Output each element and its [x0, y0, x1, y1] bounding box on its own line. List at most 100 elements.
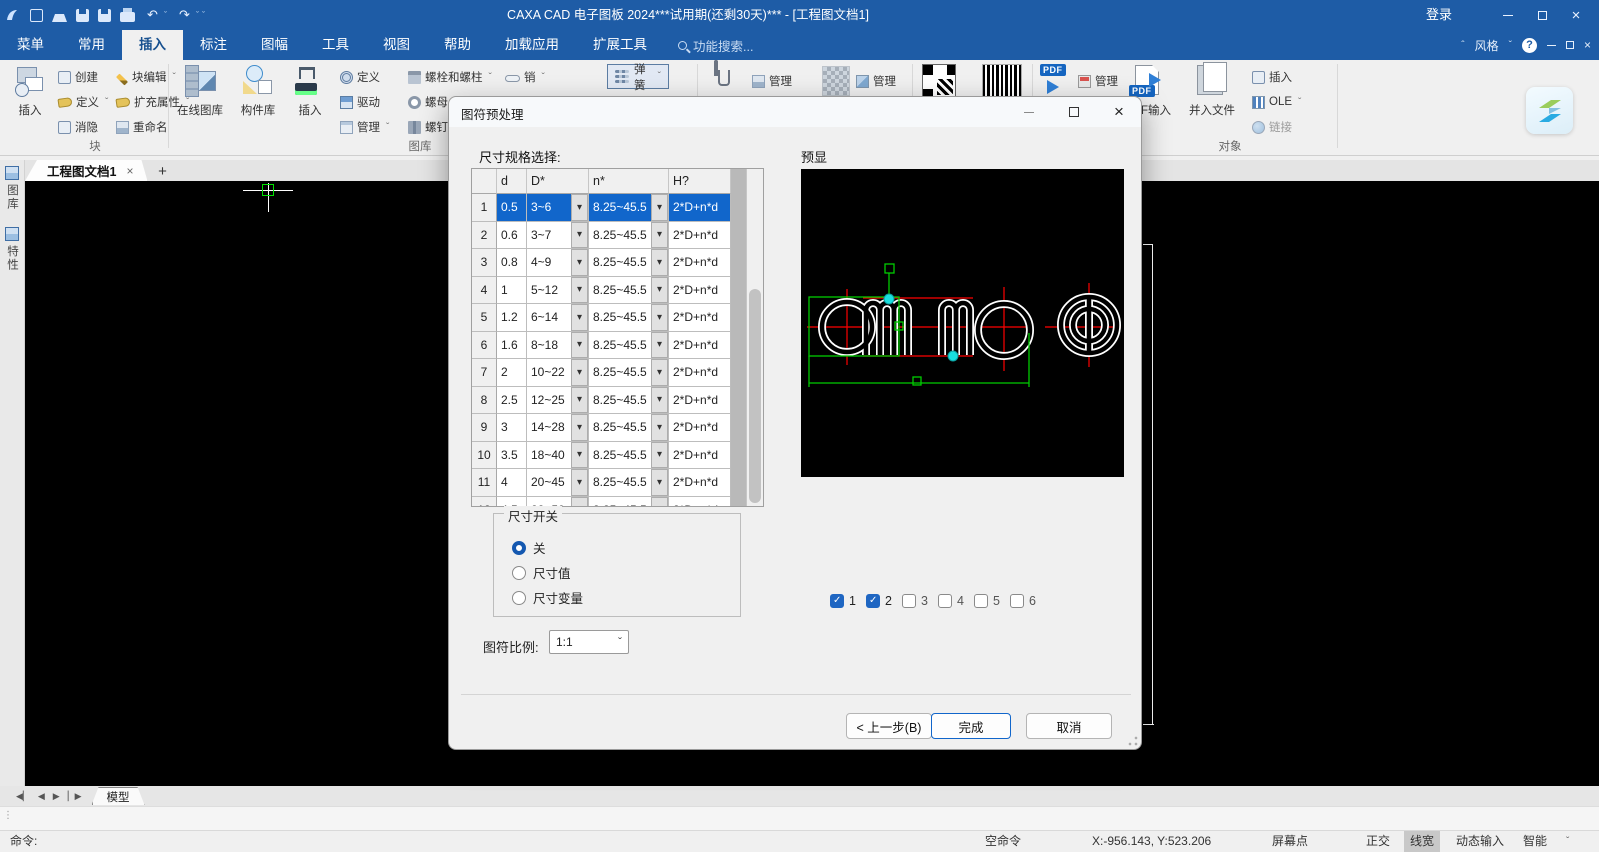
D-combobox[interactable]: 14~28	[527, 414, 589, 442]
combo-dropdown-icon[interactable]	[571, 304, 588, 331]
view-checkbox-3[interactable]: 3	[902, 594, 928, 608]
menu-tab-4[interactable]: 标注	[183, 30, 244, 60]
doc-minimize-icon[interactable]	[1546, 44, 1556, 46]
library-manage-button[interactable]: 管理	[340, 116, 389, 138]
qrcode-button[interactable]	[922, 64, 956, 98]
function-search[interactable]: 功能搜索...	[678, 30, 753, 60]
dim-switch-radio-3[interactable]: 尺寸变量	[512, 588, 583, 607]
D-combobox[interactable]: 10~22	[527, 359, 589, 387]
menu-tab-5[interactable]: 图幅	[244, 30, 305, 60]
table-cell[interactable]: 2*D+n*d	[669, 194, 731, 222]
row-number-cell[interactable]: 4	[472, 276, 497, 304]
table-row[interactable]: 72 10~22 8.25~45.5 2*D+n*d	[472, 359, 748, 387]
library-define-button[interactable]: 定义	[340, 66, 380, 88]
table-cell[interactable]: 0.5	[497, 194, 527, 222]
undo-dropdown-icon[interactable]: ˇ	[164, 10, 167, 20]
table-row[interactable]: 41 5~12 8.25~45.5 2*D+n*d	[472, 276, 748, 304]
pdf-manage-button[interactable]: 管理	[1078, 70, 1118, 92]
insert-symbol-button[interactable]: 插入	[288, 62, 332, 134]
component-library-button[interactable]: 构件库	[232, 62, 284, 134]
table-scrollbar[interactable]	[746, 169, 763, 506]
row-number-cell[interactable]: 9	[472, 414, 497, 442]
combo-dropdown-icon[interactable]	[651, 276, 668, 303]
combo-dropdown-icon[interactable]	[651, 414, 668, 441]
card-manage-button[interactable]: 管理	[752, 70, 792, 92]
checkbox-icon[interactable]	[830, 594, 844, 608]
status-dynamic-input-toggle[interactable]: 动态输入	[1456, 831, 1504, 852]
n-combobox[interactable]: 8.25~45.5	[589, 304, 669, 332]
bolt-stud-button[interactable]: 螺栓和螺柱	[408, 66, 492, 88]
combo-dropdown-icon[interactable]	[571, 496, 588, 506]
checkbox-icon[interactable]	[974, 594, 988, 608]
n-combobox[interactable]: 8.25~45.5	[589, 331, 669, 359]
combo-dropdown-icon[interactable]	[651, 304, 668, 331]
dim-switch-radio-2[interactable]: 尺寸值	[512, 563, 571, 582]
menu-tab-2[interactable]: 常用	[61, 30, 122, 60]
open-file-icon[interactable]	[52, 14, 67, 22]
row-number-cell[interactable]: 12	[472, 496, 497, 506]
n-combobox[interactable]: 8.25~45.5	[589, 386, 669, 414]
redo-dropdown-icon[interactable]: ˇ	[196, 10, 199, 20]
menu-tab-9[interactable]: 加载应用	[488, 30, 576, 60]
combo-dropdown-icon[interactable]	[571, 414, 588, 441]
combo-dropdown-icon[interactable]	[651, 194, 668, 221]
rename-button[interactable]: 重命名	[116, 116, 168, 138]
save-icon[interactable]	[76, 8, 89, 22]
table-scrollbar-thumb[interactable]	[749, 289, 761, 503]
close-button[interactable]	[1559, 0, 1593, 30]
table-cell[interactable]: 2*D+n*d	[669, 221, 731, 249]
ole-paste-button[interactable]	[714, 60, 718, 76]
table-cell[interactable]: 2*D+n*d	[669, 414, 731, 442]
merge-file-button[interactable]: 并入文件	[1182, 62, 1242, 134]
doc-restore-icon[interactable]	[1565, 41, 1574, 49]
status-ortho-toggle[interactable]: 正交	[1366, 831, 1390, 852]
smart-snap-dropdown-icon[interactable]: ˇ	[1566, 831, 1569, 852]
n-combobox[interactable]: 8.25~45.5	[589, 194, 669, 222]
online-library-button[interactable]: 在线图库	[172, 62, 228, 134]
table-row[interactable]: 10.53~6 8.25~45.5 2*D+n*d	[472, 194, 748, 222]
table-cell[interactable]: 1.6	[497, 331, 527, 359]
table-row[interactable]: 51.2 6~14 8.25~45.5 2*D+n*d	[472, 304, 748, 332]
restore-button[interactable]	[1525, 0, 1559, 30]
radio-icon[interactable]	[512, 590, 526, 605]
table-cell[interactable]: 0.6	[497, 221, 527, 249]
assistant-logo-button[interactable]	[1526, 87, 1573, 134]
screw-button[interactable]: 螺钉	[408, 116, 448, 138]
table-cell[interactable]: 1.2	[497, 304, 527, 332]
dialog-close-button[interactable]	[1099, 97, 1139, 127]
object-insert-button[interactable]: 插入	[1252, 66, 1292, 88]
dialog-minimize-button[interactable]	[1009, 97, 1049, 127]
help-icon[interactable]: ?	[1521, 37, 1537, 53]
block-create-button[interactable]: 创建	[58, 66, 98, 88]
n-combobox[interactable]: 8.25~45.5	[589, 359, 669, 387]
table-row[interactable]: 20.6 3~7 8.25~45.5 2*D+n*d	[472, 221, 748, 249]
dialog-maximize-button[interactable]	[1054, 97, 1094, 127]
combo-dropdown-icon[interactable]	[651, 386, 668, 413]
back-button[interactable]: < 上一步(B)	[846, 713, 932, 739]
checkbox-icon[interactable]	[1010, 594, 1024, 608]
model-tab[interactable]: 模型	[92, 787, 145, 805]
combo-dropdown-icon[interactable]	[571, 441, 588, 468]
status-smart-snap[interactable]: 智能	[1523, 831, 1547, 852]
save-as-icon[interactable]	[98, 8, 111, 22]
table-cell[interactable]: 2*D+n*d	[669, 304, 731, 332]
doc-close-icon[interactable]: ×	[1584, 38, 1591, 52]
first-layout-button[interactable]: ◀▏	[16, 791, 30, 802]
combo-dropdown-icon[interactable]	[571, 221, 588, 248]
table-cell[interactable]: 2*D+n*d	[669, 441, 731, 469]
table-cell[interactable]: 2*D+n*d	[669, 359, 731, 387]
table-cell[interactable]: 2	[497, 359, 527, 387]
row-number-cell[interactable]: 8	[472, 386, 497, 414]
table-row[interactable]: 30.8 4~9 8.25~45.5 2*D+n*d	[472, 249, 748, 277]
combo-dropdown-icon[interactable]	[571, 249, 588, 276]
combo-dropdown-icon[interactable]	[571, 331, 588, 358]
menu-tab-3[interactable]: 插入	[122, 30, 183, 60]
combo-dropdown-icon[interactable]	[651, 496, 668, 506]
login-button[interactable]: 登录	[1426, 0, 1452, 30]
qat-customize-icon[interactable]: ˇ	[202, 10, 205, 20]
checkbox-icon[interactable]	[938, 594, 952, 608]
row-number-cell[interactable]: 3	[472, 249, 497, 277]
table-row[interactable]: 93 14~28 8.25~45.5 2*D+n*d	[472, 414, 748, 442]
table-row[interactable]: 103.5 18~40 8.25~45.5 2*D+n*d	[472, 441, 748, 469]
library-drive-button[interactable]: 驱动	[340, 91, 380, 113]
